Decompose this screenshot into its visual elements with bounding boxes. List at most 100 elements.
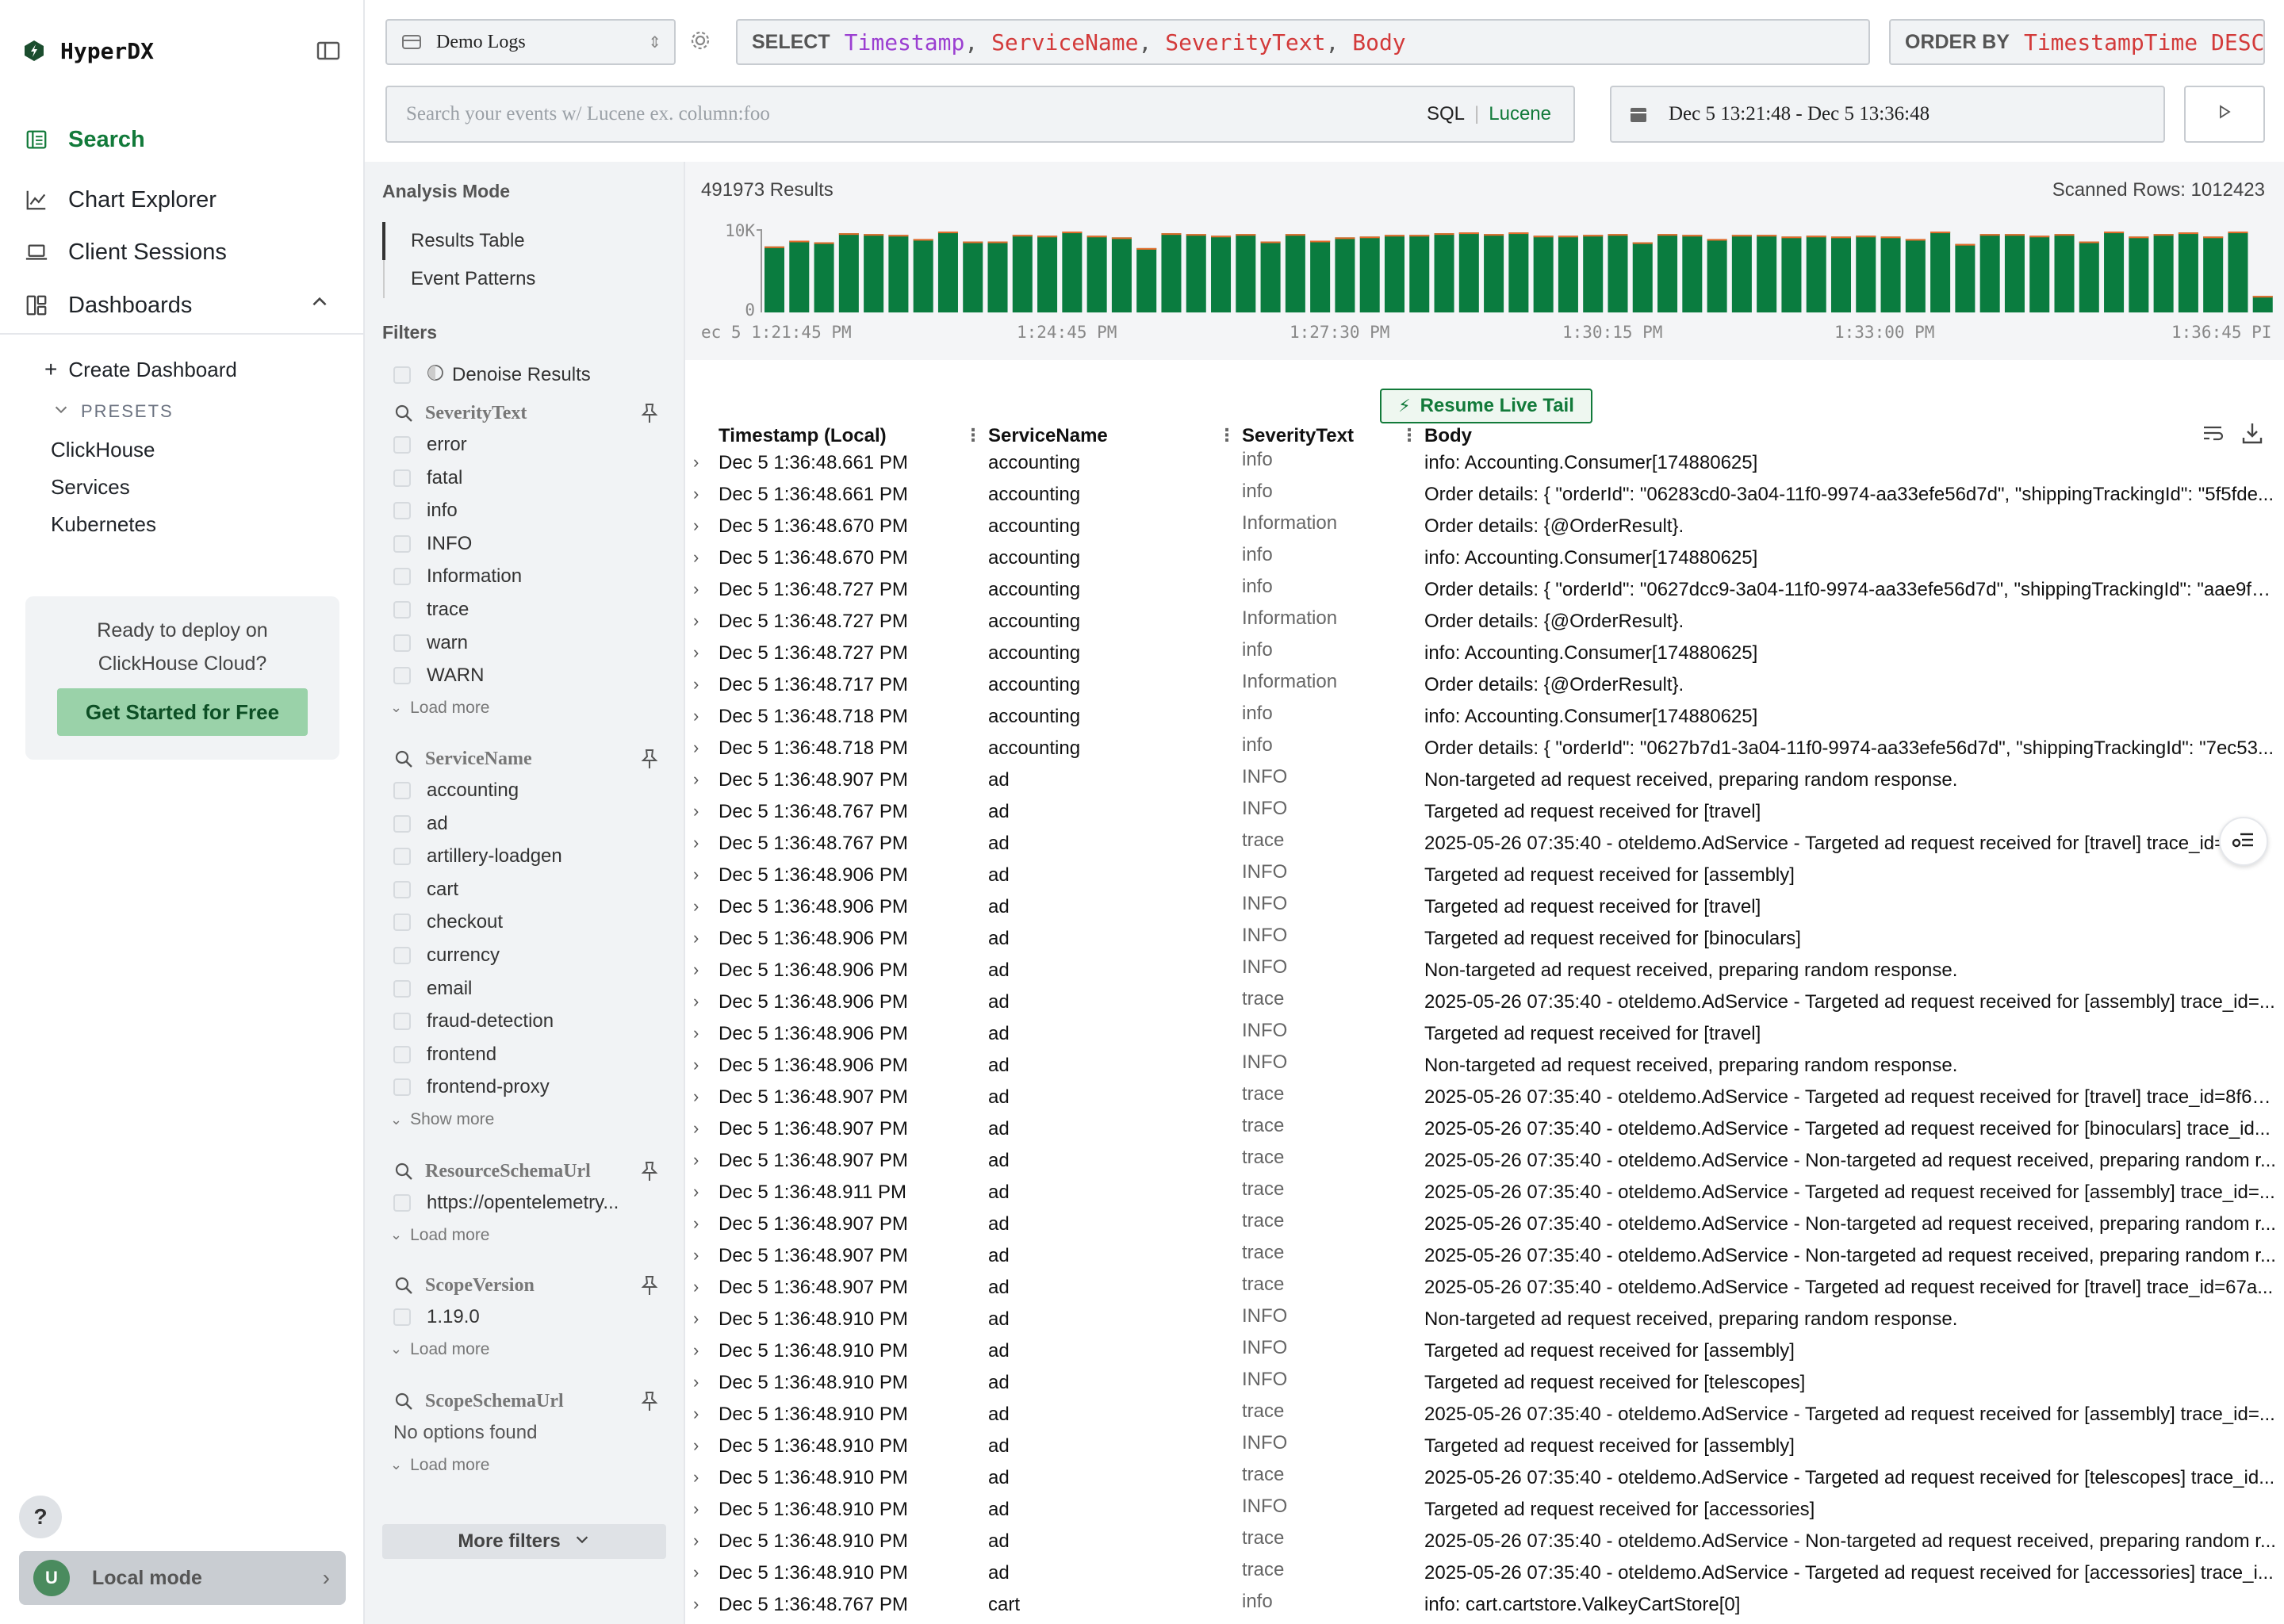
- checkbox[interactable]: [393, 848, 411, 866]
- time-range-picker[interactable]: Dec 5 13:21:48 - Dec 5 13:36:48: [1610, 86, 2165, 143]
- filter-option[interactable]: trace: [393, 596, 469, 623]
- expand-row-icon[interactable]: ›: [693, 484, 699, 504]
- create-dashboard-button[interactable]: + Create Dashboard: [44, 357, 237, 382]
- histogram-bar[interactable]: [1211, 236, 1232, 312]
- table-row[interactable]: › Dec 5 1:36:48.906 PM ad INFO Targeted ad r…: [685, 1018, 2284, 1050]
- table-row[interactable]: › Dec 5 1:36:48.906 PM ad INFO Targeted ad r…: [685, 923, 2284, 955]
- table-row[interactable]: › Dec 5 1:36:48.910 PM ad INFO Non-targeted …: [685, 1304, 2284, 1335]
- expand-row-icon[interactable]: ›: [693, 1182, 699, 1202]
- preset-services[interactable]: Services: [51, 475, 130, 500]
- help-button[interactable]: ?: [19, 1496, 62, 1538]
- histogram-bar[interactable]: [1310, 240, 1331, 312]
- histogram-bar[interactable]: [1136, 247, 1157, 312]
- histogram-bar[interactable]: [1930, 232, 1951, 312]
- expand-row-icon[interactable]: ›: [693, 1562, 699, 1583]
- histogram-bar[interactable]: [789, 240, 810, 312]
- histogram-bar[interactable]: [1086, 236, 1107, 312]
- filter-option[interactable]: frontend-proxy: [393, 1074, 550, 1101]
- histogram-bar[interactable]: [1583, 235, 1604, 312]
- histogram-bar[interactable]: [1508, 232, 1529, 312]
- filter-group-header[interactable]: ResourceSchemaUrl: [393, 1158, 671, 1185]
- histogram-bar[interactable]: [1707, 239, 1727, 312]
- column-menu-icon[interactable]: ⋮: [1218, 425, 1236, 446]
- table-row[interactable]: › Dec 5 1:36:48.661 PM accounting info info:…: [685, 447, 2284, 479]
- expand-row-icon[interactable]: ›: [693, 674, 699, 695]
- histogram-bar[interactable]: [1458, 232, 1479, 312]
- table-row[interactable]: › Dec 5 1:36:48.906 PM ad INFO Non-targeted …: [685, 1050, 2284, 1082]
- presets-toggle[interactable]: PRESETS: [52, 400, 174, 423]
- expand-row-icon[interactable]: ›: [693, 864, 699, 885]
- table-row[interactable]: › Dec 5 1:36:48.910 PM ad INFO Targeted ad r…: [685, 1494, 2284, 1526]
- nav-item-client-sessions[interactable]: Client Sessions: [24, 235, 227, 270]
- checkbox[interactable]: [393, 634, 411, 652]
- search-input[interactable]: Search your events w/ Lucene ex. column:…: [385, 86, 1575, 143]
- checkbox[interactable]: [393, 1308, 411, 1326]
- histogram-bar[interactable]: [1558, 236, 1578, 312]
- checkbox[interactable]: [393, 667, 411, 685]
- table-row[interactable]: › Dec 5 1:36:48.767 PM ad trace 2025-05-26 0…: [685, 828, 2284, 860]
- expand-row-icon[interactable]: ›: [693, 1086, 699, 1107]
- expand-row-icon[interactable]: ›: [693, 1213, 699, 1234]
- column-menu-icon[interactable]: ⋮: [1401, 425, 1418, 446]
- mode-results-table[interactable]: Results Table: [411, 230, 525, 252]
- checkbox[interactable]: [393, 1078, 411, 1097]
- histogram-chart[interactable]: 10K 0 ec 5 1:21:45 PM 1:24:45 PM 1:27:30 PM 1…: [685, 162, 2284, 360]
- histogram-bar[interactable]: [1955, 243, 1976, 312]
- table-row[interactable]: › Dec 5 1:36:48.906 PM ad INFO Targeted ad r…: [685, 860, 2284, 891]
- table-row[interactable]: › Dec 5 1:36:48.907 PM ad trace 2025-05-26 0…: [685, 1145, 2284, 1177]
- table-row[interactable]: › Dec 5 1:36:48.910 PM ad INFO Targeted ad r…: [685, 1367, 2284, 1399]
- table-row[interactable]: › Dec 5 1:36:48.910 PM ad trace 2025-05-26 0…: [685, 1462, 2284, 1494]
- table-row[interactable]: › Dec 5 1:36:48.717 PM accounting Informati…: [685, 669, 2284, 701]
- table-row[interactable]: › Dec 5 1:36:48.911 PM ad trace 2025-05-26 0…: [685, 1177, 2284, 1208]
- checkbox[interactable]: [393, 880, 411, 898]
- expand-row-icon[interactable]: ›: [693, 515, 699, 536]
- histogram-bar[interactable]: [1608, 234, 1628, 312]
- histogram-bar[interactable]: [1161, 233, 1182, 312]
- expand-row-icon[interactable]: ›: [693, 1467, 699, 1488]
- histogram-bar[interactable]: [1657, 234, 1678, 312]
- histogram-bar[interactable]: [1830, 236, 1852, 312]
- get-started-button[interactable]: Get Started for Free: [57, 688, 308, 736]
- order-by-input[interactable]: ORDER BY TimestampTime DESC: [1889, 19, 2265, 65]
- histogram-bar[interactable]: [2029, 236, 2050, 312]
- expand-row-icon[interactable]: ›: [693, 1340, 699, 1361]
- histogram-bar[interactable]: [1682, 235, 1703, 312]
- table-row[interactable]: › Dec 5 1:36:48.718 PM accounting info info:…: [685, 701, 2284, 733]
- column-header-timestamp[interactable]: Timestamp (Local): [719, 425, 887, 447]
- histogram-bar[interactable]: [1384, 235, 1405, 312]
- histogram-bar[interactable]: [1012, 235, 1033, 312]
- filter-option[interactable]: fraud-detection: [393, 1008, 554, 1035]
- table-row[interactable]: › Dec 5 1:36:48.907 PM ad trace 2025-05-26 0…: [685, 1082, 2284, 1113]
- histogram-bar[interactable]: [2079, 241, 2099, 312]
- checkbox[interactable]: [393, 502, 411, 520]
- table-row[interactable]: › Dec 5 1:36:48.767 PM ad INFO Targeted ad r…: [685, 796, 2284, 828]
- checkbox[interactable]: [393, 366, 411, 384]
- histogram-bar[interactable]: [814, 242, 834, 312]
- load-more-link[interactable]: ⌄ Load more: [390, 1226, 490, 1245]
- pin-icon[interactable]: [638, 1159, 661, 1183]
- histogram-bar[interactable]: [1285, 234, 1305, 312]
- histogram-bar[interactable]: [1062, 232, 1083, 312]
- histogram-bar[interactable]: [2104, 232, 2125, 312]
- histogram-bar[interactable]: [2252, 296, 2273, 312]
- expand-row-icon[interactable]: ›: [693, 833, 699, 853]
- load-more-link[interactable]: ⌄ Load more: [390, 699, 490, 718]
- search-icon[interactable]: [393, 1391, 414, 1411]
- histogram-bar[interactable]: [1409, 235, 1430, 312]
- checkbox[interactable]: [393, 534, 411, 553]
- table-row[interactable]: › Dec 5 1:36:48.767 PM cart info info: cart.…: [685, 1589, 2284, 1621]
- search-icon[interactable]: [393, 403, 414, 423]
- table-row[interactable]: › Dec 5 1:36:48.910 PM ad trace 2025-05-26 0…: [685, 1557, 2284, 1589]
- histogram-bar[interactable]: [1359, 236, 1380, 312]
- expand-row-icon[interactable]: ›: [693, 1530, 699, 1551]
- table-row[interactable]: › Dec 5 1:36:48.907 PM ad trace 2025-05-26 0…: [685, 1272, 2284, 1304]
- filter-group-header[interactable]: ServiceName: [393, 745, 671, 772]
- table-row[interactable]: › Dec 5 1:36:48.727 PM accounting info Order…: [685, 574, 2284, 606]
- filter-group-header[interactable]: SeverityText: [393, 400, 671, 427]
- table-row[interactable]: › Dec 5 1:36:48.910 PM ad trace 2025-05-26 0…: [685, 1399, 2284, 1431]
- histogram-bar[interactable]: [2054, 234, 2075, 312]
- search-icon[interactable]: [393, 749, 414, 769]
- local-mode-button[interactable]: U Local mode ›: [19, 1551, 346, 1605]
- table-row[interactable]: › Dec 5 1:36:48.907 PM ad trace 2025-05-26 0…: [685, 1240, 2284, 1272]
- histogram-bar[interactable]: [1111, 237, 1132, 312]
